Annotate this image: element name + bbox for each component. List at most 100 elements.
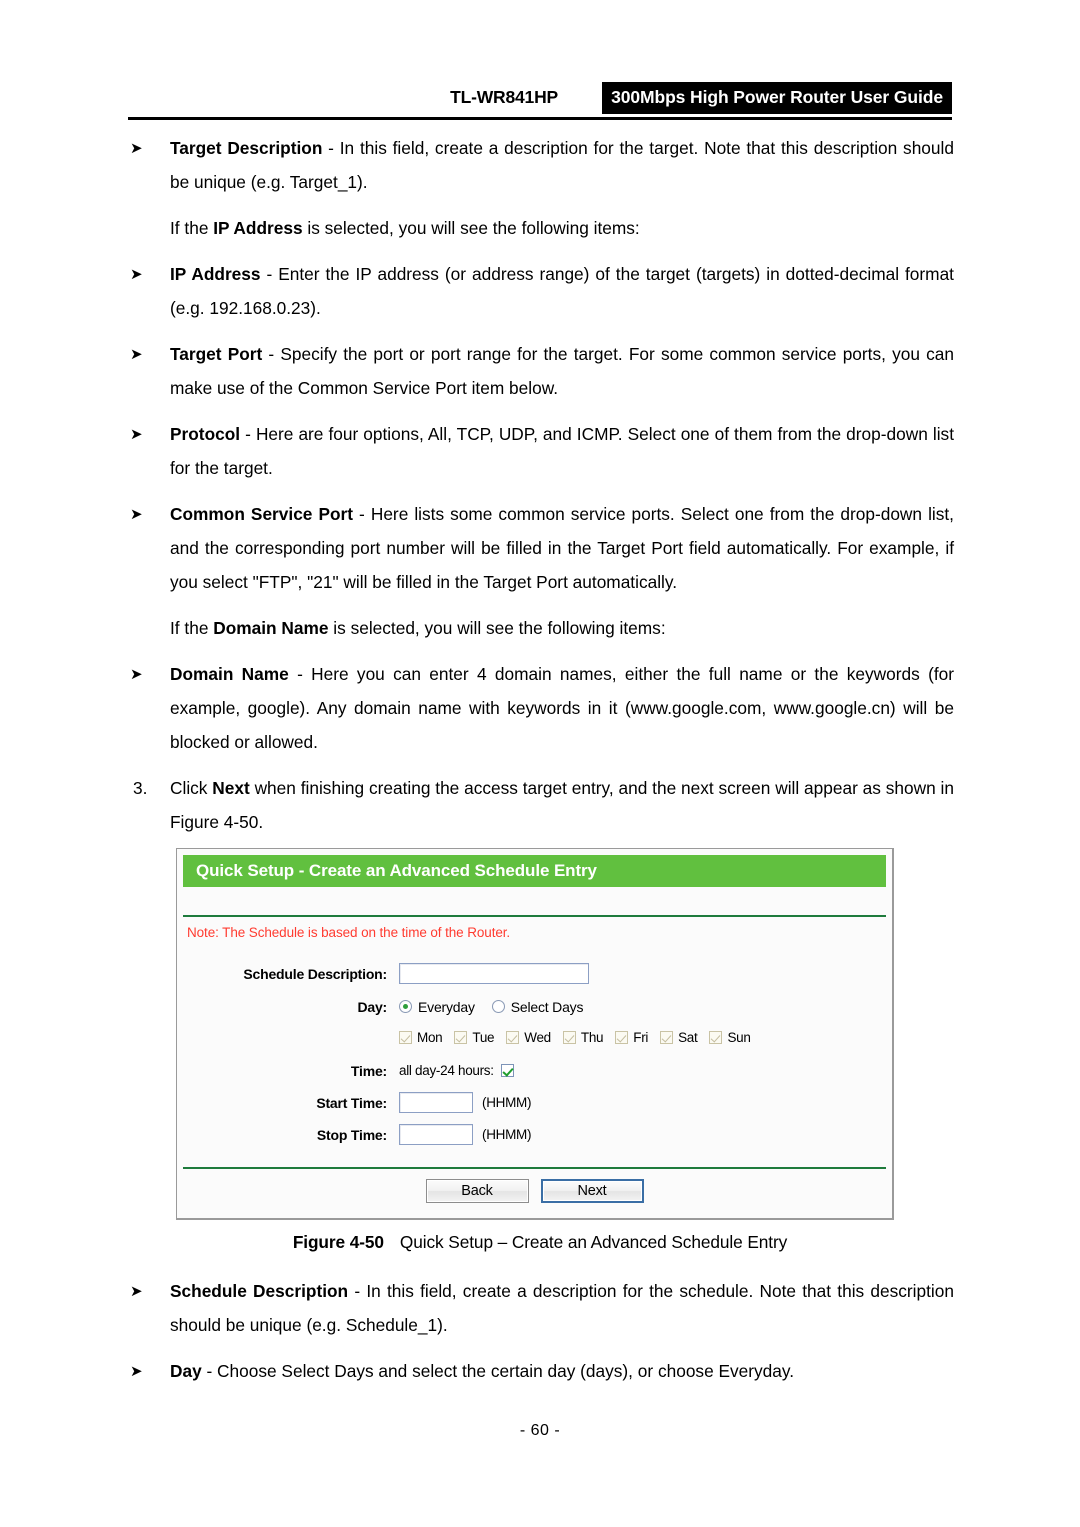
all-day-checkbox-check-icon[interactable] bbox=[500, 1064, 514, 1077]
back-button[interactable]: Back bbox=[425, 1179, 529, 1203]
paragraph-ip-address-intro: If the IP Address is selected, you will … bbox=[128, 211, 954, 245]
checkbox-sun-check-icon bbox=[709, 1031, 723, 1044]
radio-select-days-indicator-icon bbox=[491, 1000, 505, 1013]
term-domain-name: Domain Name bbox=[170, 664, 289, 684]
intro-domain-post: is selected, you will see the following … bbox=[328, 618, 666, 638]
bullet-arrow-icon: ➤ bbox=[130, 139, 143, 157]
bullet-domain-name: ➤ Domain Name - Here you can enter 4 dom… bbox=[128, 657, 954, 759]
bullet-arrow-icon: ➤ bbox=[130, 1362, 143, 1380]
text-protocol: - Here are four options, All, TCP, UDP, … bbox=[170, 424, 954, 478]
bullet-arrow-icon: ➤ bbox=[130, 425, 143, 443]
intro-ip-post: is selected, you will see the following … bbox=[302, 218, 640, 238]
document-body-top: ➤ Target Description - In this field, cr… bbox=[128, 131, 954, 851]
field-all-day: all day-24 hours: bbox=[399, 1063, 519, 1078]
bullet-arrow-icon: ➤ bbox=[130, 1282, 143, 1300]
row-schedule-description: Schedule Description: bbox=[177, 961, 892, 986]
step3-term: Next bbox=[212, 778, 250, 798]
numbered-step-3: 3. Click Next when finishing creating th… bbox=[128, 771, 954, 839]
field-schedule-description bbox=[399, 963, 589, 984]
text-day: - Choose Select Days and select the cert… bbox=[201, 1361, 795, 1381]
checkbox-tue[interactable]: Tue bbox=[454, 1030, 495, 1045]
term-target-port: Target Port bbox=[170, 344, 263, 364]
panel-divider-top bbox=[183, 915, 886, 917]
stop-time-input[interactable] bbox=[399, 1124, 473, 1145]
checkbox-mon[interactable]: Mon bbox=[399, 1030, 443, 1045]
radio-everyday-indicator-icon bbox=[399, 1000, 412, 1013]
checkbox-sat[interactable]: Sat bbox=[660, 1030, 698, 1045]
checkbox-sun-label: Sun bbox=[727, 1030, 751, 1045]
checkbox-tue-label: Tue bbox=[472, 1030, 495, 1045]
label-all-day: all day-24 hours: bbox=[399, 1063, 494, 1078]
term-protocol: Protocol bbox=[170, 424, 241, 444]
start-time-input[interactable] bbox=[399, 1092, 473, 1113]
radio-everyday[interactable]: Everyday bbox=[399, 999, 475, 1015]
bullet-target-port: ➤ Target Port - Specify the port or port… bbox=[128, 337, 954, 405]
field-weekdays: Mon Tue Wed Thu Fri Sat Sun bbox=[399, 1030, 763, 1045]
intro-ip-pre: If the bbox=[170, 218, 214, 238]
row-stop-time: Stop Time: (HHMM) bbox=[177, 1122, 892, 1147]
checkbox-sun[interactable]: Sun bbox=[709, 1030, 751, 1045]
checkbox-fri[interactable]: Fri bbox=[615, 1030, 648, 1045]
step-number: 3. bbox=[133, 778, 148, 798]
checkbox-wed[interactable]: Wed bbox=[506, 1030, 551, 1045]
header-divider-rule bbox=[128, 117, 952, 120]
bullet-arrow-icon: ➤ bbox=[130, 665, 143, 683]
checkbox-mon-check-icon bbox=[399, 1031, 412, 1044]
checkbox-thu-label: Thu bbox=[580, 1030, 604, 1045]
intro-domain-term: Domain Name bbox=[213, 618, 329, 638]
row-day: Day: Everyday Select Days bbox=[177, 994, 892, 1019]
bullet-schedule-description: ➤ Schedule Description - In this field, … bbox=[128, 1274, 954, 1342]
figure-caption: Figure 4-50 Quick Setup – Create an Advan… bbox=[0, 1232, 1080, 1253]
next-button[interactable]: Next bbox=[540, 1179, 644, 1203]
radio-select-days-label: Select Days bbox=[510, 998, 584, 1015]
text-target-port: - Specify the port or port range for the… bbox=[170, 344, 954, 398]
page-number: - 60 - bbox=[519, 1422, 561, 1439]
checkbox-tue-check-icon bbox=[454, 1031, 468, 1044]
term-target-description: Target Description bbox=[170, 138, 323, 158]
checkbox-thu[interactable]: Thu bbox=[562, 1030, 604, 1045]
text-ip-address: - Enter the IP address (or address range… bbox=[170, 264, 954, 318]
label-day: Day: bbox=[357, 998, 387, 1015]
checkbox-thu-check-icon bbox=[562, 1031, 576, 1044]
row-start-time: Start Time: (HHMM) bbox=[177, 1090, 892, 1115]
label-start-time: Start Time: bbox=[316, 1094, 387, 1111]
header-model-name: TL-WR841HP bbox=[450, 87, 558, 107]
bullet-target-description: ➤ Target Description - In this field, cr… bbox=[128, 131, 954, 199]
stop-time-hint: (HHMM) bbox=[482, 1127, 532, 1142]
term-schedule-description: Schedule Description bbox=[170, 1281, 349, 1301]
panel-divider-bottom bbox=[183, 1167, 886, 1169]
bullet-protocol: ➤ Protocol - Here are four options, All,… bbox=[128, 417, 954, 485]
radio-select-days[interactable]: Select Days bbox=[491, 998, 584, 1015]
checkbox-sat-label: Sat bbox=[678, 1030, 698, 1045]
field-day-options: Everyday Select Days bbox=[399, 999, 600, 1015]
bullet-arrow-icon: ➤ bbox=[130, 505, 143, 523]
figure-caption-text: Quick Setup – Create an Advanced Schedul… bbox=[399, 1232, 788, 1252]
row-time: Time: all day-24 hours: bbox=[177, 1058, 892, 1083]
intro-ip-term: IP Address bbox=[213, 218, 303, 238]
row-weekdays: Mon Tue Wed Thu Fri Sat Sun bbox=[177, 1025, 892, 1050]
day-radio-group: Everyday Select Days bbox=[399, 999, 600, 1015]
document-body-bottom: ➤ Schedule Description - In this field, … bbox=[128, 1274, 954, 1400]
panel-title: Quick Setup - Create an Advanced Schedul… bbox=[183, 855, 886, 887]
header-guide-title: 300Mbps High Power Router User Guide bbox=[602, 82, 952, 114]
term-common-service-port: Common Service Port bbox=[170, 504, 354, 524]
bullet-ip-address: ➤ IP Address - Enter the IP address (or … bbox=[128, 257, 954, 325]
label-time: Time: bbox=[350, 1062, 387, 1079]
term-day: Day bbox=[170, 1361, 202, 1381]
panel-button-bar: Back Next bbox=[177, 1179, 892, 1203]
step3-pre: Click bbox=[170, 778, 213, 798]
figure-router-screenshot: Quick Setup - Create an Advanced Schedul… bbox=[176, 848, 894, 1220]
schedule-description-input[interactable] bbox=[399, 963, 589, 984]
label-stop-time: Stop Time: bbox=[316, 1126, 387, 1143]
bullet-day: ➤ Day - Choose Select Days and select th… bbox=[128, 1354, 954, 1388]
figure-number: Figure 4-50 bbox=[292, 1232, 384, 1252]
field-stop-time: (HHMM) bbox=[399, 1124, 531, 1145]
page-footer: - 60 - bbox=[0, 1422, 1080, 1440]
weekday-checkbox-group: Mon Tue Wed Thu Fri Sat Sun bbox=[399, 1030, 763, 1045]
page-header: TL-WR841HP 300Mbps High Power Router Use… bbox=[128, 82, 952, 116]
field-start-time: (HHMM) bbox=[399, 1092, 531, 1113]
checkbox-fri-label: Fri bbox=[633, 1030, 649, 1045]
router-config-panel: Quick Setup - Create an Advanced Schedul… bbox=[176, 848, 894, 1220]
checkbox-fri-check-icon bbox=[615, 1031, 629, 1044]
label-schedule-description: Schedule Description: bbox=[243, 965, 387, 982]
